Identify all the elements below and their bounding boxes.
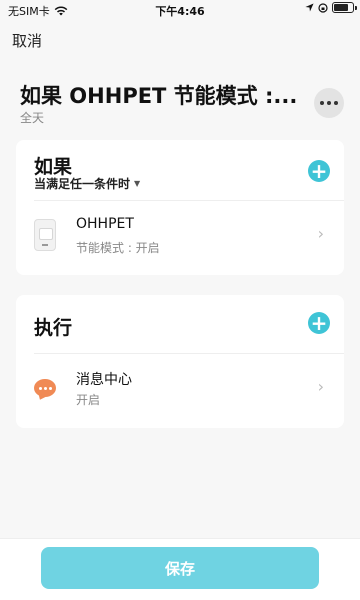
execute-actions-card: 执行 + 消息中心 开启 › [16,295,344,428]
pet-feeder-icon [34,219,56,251]
battery-icon [332,2,357,13]
plus-icon: + [310,311,328,335]
action-detail: 开启 [76,393,101,407]
condition-device-name: OHHPET [76,216,134,232]
chevron-right-icon: › [317,224,324,243]
chevron-right-icon: › [317,377,324,396]
add-condition-button[interactable]: + [308,160,330,182]
action-name: 消息中心 [76,372,132,388]
message-center-icon [34,379,56,397]
if-conditions-card: 如果 当满足任一条件时 ▼ + OHHPET 节能模式 : 开启 › [16,140,344,275]
action-item[interactable]: 消息中心 开启 › [16,355,344,425]
chevron-down-icon: ▼ [134,179,141,188]
cancel-button[interactable]: 取消 [12,30,42,51]
add-action-button[interactable]: + [308,312,330,334]
condition-mode-selector[interactable]: 当满足任一条件时 ▼ [34,175,140,192]
location-icon [305,3,314,12]
divider [34,200,344,201]
save-button[interactable]: 保存 [41,547,319,589]
more-options-button[interactable] [314,88,344,118]
status-right [305,2,357,13]
status-bar: 无SIM卡 下午4:46 [0,0,360,18]
scene-title: 如果 OHHPET 节能模式 :... [20,84,298,108]
plus-icon: + [310,159,328,183]
divider [34,353,344,354]
orientation-lock-icon [318,2,328,13]
scene-subtitle: 全天 [20,111,45,125]
condition-item[interactable]: OHHPET 节能模式 : 开启 › [16,202,344,272]
more-dot-icon [320,101,324,105]
condition-detail: 节能模式 : 开启 [76,241,160,255]
execute-heading: 执行 [34,317,73,339]
more-dot-icon [327,101,331,105]
condition-mode-label: 当满足任一条件时 [34,177,131,191]
more-dot-icon [334,101,338,105]
